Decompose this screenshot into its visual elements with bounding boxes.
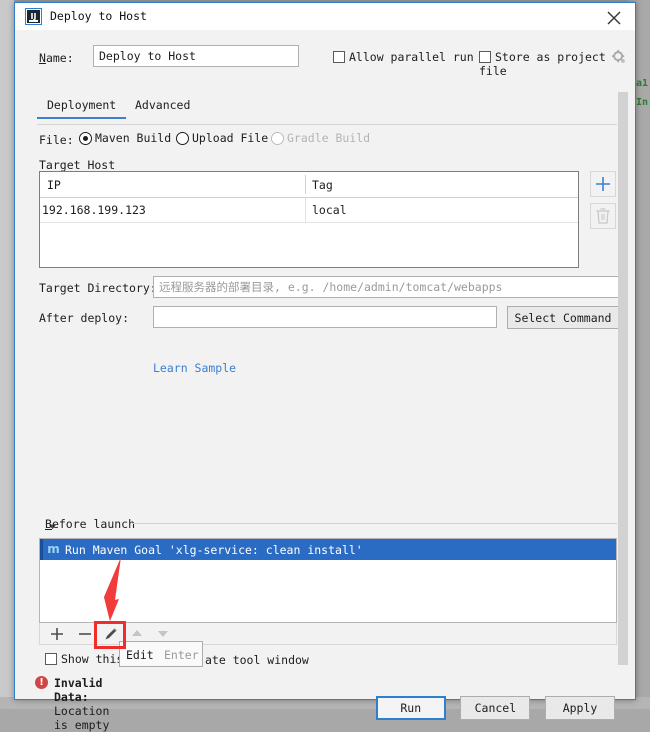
checkbox-box — [45, 653, 57, 665]
radio-gradle-build: Gradle Build — [271, 131, 370, 145]
dialog-title: Deploy to Host — [50, 9, 147, 23]
select-command-button[interactable]: Select Command — [507, 306, 619, 329]
tooltip-action-label: Edit — [126, 648, 154, 662]
radio-dot — [79, 132, 92, 145]
delete-host-button — [590, 203, 616, 229]
before-launch-list: m Run Maven Goal 'xlg-service: clean ins… — [39, 538, 617, 623]
tab-divider — [37, 124, 617, 125]
tooltip-shortcut-label: Enter — [164, 648, 199, 662]
background-code-line-1: a1 — [635, 78, 648, 89]
gear-icon[interactable] — [612, 50, 626, 64]
before-launch-divider — [133, 523, 617, 524]
status-prefix: Invalid Data: — [54, 676, 103, 704]
column-divider[interactable] — [305, 175, 306, 194]
before-launch-item-label: Run Maven Goal 'xlg-service: clean insta… — [65, 543, 363, 557]
target-directory-label: Target Directory: — [39, 281, 157, 295]
footer-buttons: Run Cancel Apply — [368, 696, 615, 720]
tab-advanced[interactable]: Advanced — [135, 98, 190, 119]
table-header: IP Tag — [40, 172, 578, 198]
after-deploy-input[interactable] — [153, 306, 497, 328]
allow-parallel-run-label: Allow parallel run — [349, 50, 474, 64]
plus-icon — [596, 177, 610, 191]
checkbox-box — [479, 51, 491, 63]
store-as-project-file-label: Store as project file — [479, 50, 606, 78]
after-deploy-label: After deploy: — [39, 311, 130, 325]
show-page-suffix-label: ate tool window — [205, 653, 309, 667]
target-host-label: Target Host — [39, 158, 116, 172]
background-code-line-2: In — [635, 97, 648, 108]
column-header-tag[interactable]: Tag — [312, 178, 333, 192]
target-directory-input[interactable] — [153, 276, 619, 298]
plus-icon — [51, 628, 63, 640]
allow-parallel-run-checkbox[interactable]: Allow parallel run — [333, 50, 474, 64]
cell-tag: local — [312, 203, 347, 217]
dialog-body: Name: Allow parallel run Store as projec… — [15, 30, 635, 732]
intellij-idea-icon: IJ — [25, 8, 42, 25]
tab-bar: Deployment Advanced — [36, 98, 617, 124]
checkbox-box — [333, 51, 345, 63]
target-host-table: IP Tag 192.168.199.123 local — [39, 171, 579, 268]
show-page-checkbox[interactable]: Show this — [45, 652, 123, 666]
apply-button[interactable]: Apply — [545, 696, 615, 720]
file-label: File: — [39, 133, 74, 147]
maven-icon: m — [47, 542, 60, 556]
status-message: Invalid Data: Location is empty — [54, 676, 109, 732]
radio-maven-build-label: Maven Build — [95, 131, 172, 145]
radio-dot — [176, 132, 189, 145]
dialog-scrollbar[interactable] — [618, 92, 628, 665]
before-launch-add-button[interactable] — [48, 625, 66, 643]
table-row[interactable]: 192.168.199.123 local — [40, 198, 578, 223]
add-host-button[interactable] — [590, 171, 616, 197]
run-button[interactable]: Run — [375, 696, 446, 720]
name-label: Name: — [39, 51, 74, 65]
before-launch-edit-button[interactable] — [102, 625, 120, 643]
error-icon: ! — [35, 676, 48, 689]
radio-maven-build[interactable]: Maven Build — [79, 131, 171, 145]
cancel-button[interactable]: Cancel — [460, 696, 531, 720]
deploy-to-host-dialog: IJ Deploy to Host Name: Allow parallel r… — [14, 2, 636, 732]
name-input[interactable] — [93, 45, 299, 67]
close-icon[interactable] — [601, 6, 627, 28]
edit-tooltip: Edit Enter — [119, 641, 203, 667]
dialog-titlebar: IJ Deploy to Host — [15, 3, 635, 30]
before-launch-header: Before launch — [45, 517, 136, 531]
radio-dot — [271, 132, 284, 145]
pencil-icon — [105, 628, 117, 640]
status-text: Location is empty — [54, 704, 110, 732]
show-page-prefix-label: Show this — [61, 652, 124, 666]
radio-upload-file-label: Upload File — [192, 131, 269, 145]
minus-icon — [79, 633, 91, 635]
before-launch-remove-button[interactable] — [76, 625, 94, 643]
trash-icon — [596, 208, 610, 224]
column-header-ip[interactable]: IP — [47, 178, 61, 192]
ide-left-panel — [0, 0, 14, 709]
learn-sample-link[interactable]: Learn Sample — [153, 361, 236, 375]
cell-divider — [305, 198, 306, 222]
cell-ip: 192.168.199.123 — [42, 203, 146, 217]
radio-gradle-build-label: Gradle Build — [287, 131, 371, 145]
tab-deployment[interactable]: Deployment — [36, 98, 127, 119]
list-item[interactable]: m Run Maven Goal 'xlg-service: clean ins… — [40, 539, 616, 560]
radio-upload-file[interactable]: Upload File — [176, 131, 268, 145]
